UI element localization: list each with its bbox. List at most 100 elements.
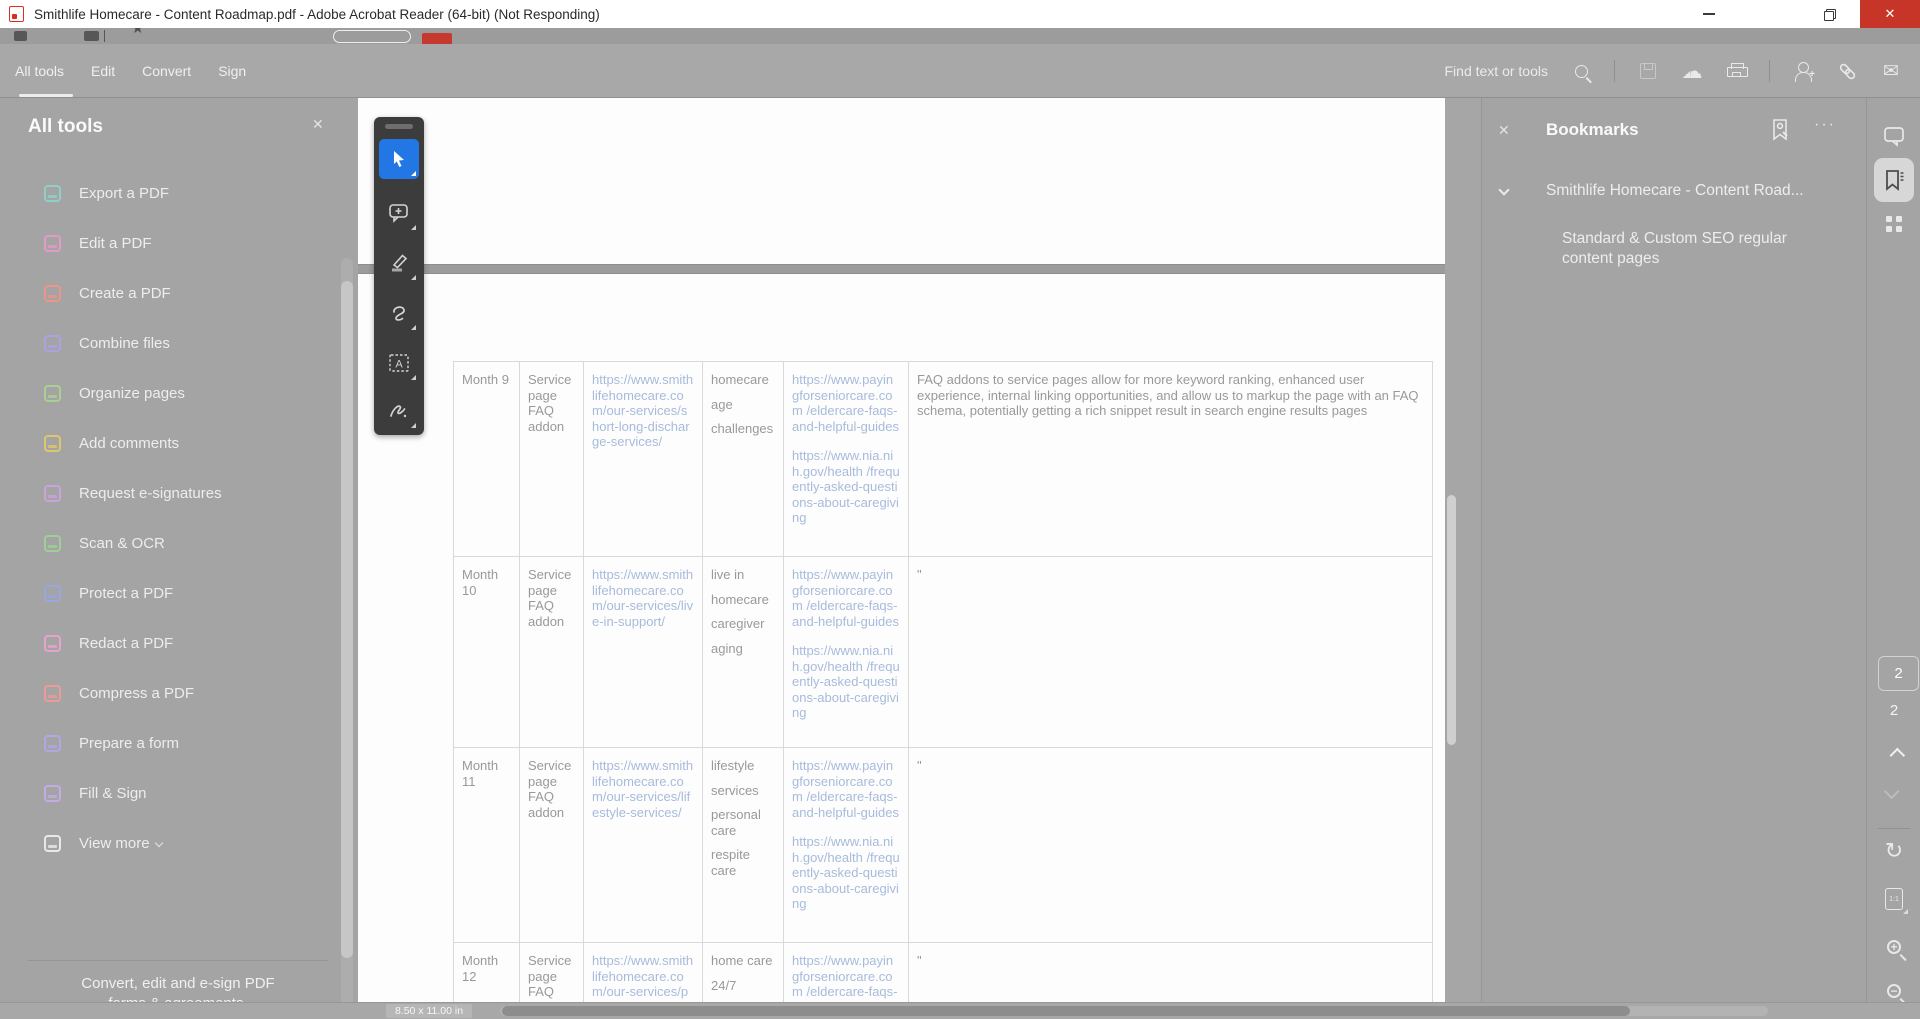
- cell-target-url: https://www.smithlifehomecare.com/our-se…: [584, 748, 703, 942]
- bookmarks-panel-button[interactable]: [1874, 158, 1914, 202]
- target-url-link[interactable]: https://www.smithlifehomecare.com/our-se…: [592, 567, 694, 629]
- cell-month: Month 12: [454, 943, 520, 1002]
- panel-scrollbar-thumb[interactable]: [341, 281, 353, 958]
- reference-link[interactable]: https://www.payingforseniorcare.com /eld…: [792, 758, 900, 820]
- draw-tool-button[interactable]: [379, 293, 419, 333]
- title-bar: Smithlife Homecare - Content Roadmap.pdf…: [0, 0, 1920, 28]
- tool-item-redact-pdf[interactable]: Redact a PDF: [0, 618, 340, 668]
- restore-icon: [1823, 8, 1836, 21]
- cell-type: Service page FAQ addon: [520, 943, 584, 1002]
- tab-sign[interactable]: Sign: [218, 63, 246, 79]
- vertical-scrollbar-thumb[interactable]: [1447, 495, 1456, 745]
- share-person-icon[interactable]: +: [1792, 60, 1815, 82]
- target-url-link[interactable]: https://www.smithlifehomecare.com/our-se…: [592, 953, 694, 1002]
- horizontal-scrollbar-thumb[interactable]: [502, 1006, 1630, 1016]
- reference-link[interactable]: https://www.payingforseniorcare.com /eld…: [792, 953, 900, 1002]
- cell-reference-links: https://www.payingforseniorcare.com /eld…: [784, 943, 909, 1002]
- rail-divider: [1878, 828, 1910, 829]
- tool-item-view-more[interactable]: View more: [0, 818, 340, 868]
- zoom-out-icon: −: [1887, 984, 1901, 998]
- reference-link[interactable]: https://www.nia.nih.gov/health /frequent…: [792, 834, 900, 912]
- restore-button[interactable]: [1798, 0, 1860, 28]
- reference-link[interactable]: https://www.nia.nih.gov/health /frequent…: [792, 448, 900, 526]
- print-icon[interactable]: [1725, 60, 1748, 82]
- page-fit-button[interactable]: 1:1: [1867, 888, 1920, 914]
- bookmark-root-item[interactable]: Smithlife Homecare - Content Road...: [1546, 182, 1814, 200]
- cell-target-url: https://www.smithlifehomecare.com/our-se…: [584, 943, 703, 1002]
- tool-item-scan-ocr[interactable]: Scan & OCR: [0, 518, 340, 568]
- tool-item-fill-sign[interactable]: Fill & Sign: [0, 768, 340, 818]
- tool-item-request-esignatures[interactable]: Request e-signatures: [0, 468, 340, 518]
- previous-page-button[interactable]: [1867, 747, 1920, 764]
- select-tool-button[interactable]: [379, 139, 419, 179]
- organize-pages-icon: [44, 384, 61, 402]
- tab-convert[interactable]: Convert: [142, 63, 191, 79]
- tool-item-prepare-form[interactable]: Prepare a form: [0, 718, 340, 768]
- reference-link[interactable]: https://www.nia.nih.gov/health /frequent…: [792, 643, 900, 721]
- bookmark-child-item[interactable]: Standard & Custom SEO regular content pa…: [1562, 229, 1822, 269]
- tab-all-tools[interactable]: All tools: [15, 63, 64, 79]
- tool-item-add-comments[interactable]: Add comments: [0, 418, 340, 468]
- minimize-button[interactable]: [1678, 0, 1740, 28]
- table-row-month9: Month 9 Service page FAQ addon https://w…: [454, 362, 1432, 557]
- add-comment-tool-button[interactable]: [379, 193, 419, 233]
- bookmarks-options-icon[interactable]: ···: [1814, 116, 1836, 134]
- email-icon[interactable]: ✉: [1880, 60, 1902, 82]
- comments-panel-button[interactable]: [1867, 124, 1920, 148]
- right-tool-rail: 2 2 ↻ 1:1 + −: [1866, 98, 1920, 1002]
- combine-files-icon: [44, 334, 61, 352]
- frozen-toolbar-band: ★: [0, 28, 1920, 44]
- zoom-in-button[interactable]: +: [1867, 940, 1920, 954]
- page-fit-icon: 1:1: [1885, 888, 1908, 914]
- close-button[interactable]: ✕: [1860, 0, 1920, 28]
- toolbar-divider-fragment: [104, 30, 105, 42]
- search-icon[interactable]: [1570, 60, 1592, 82]
- link-icon[interactable]: [1836, 60, 1858, 82]
- add-bookmark-icon[interactable]: [1770, 118, 1792, 142]
- tool-item-organize-pages[interactable]: Organize pages: [0, 368, 340, 418]
- svg-text:A: A: [395, 359, 403, 371]
- tool-item-compress-pdf[interactable]: Compress a PDF: [0, 668, 340, 718]
- target-url-link[interactable]: https://www.smithlifehomecare.com/our-se…: [592, 372, 694, 450]
- cell-type: Service page FAQ addon: [520, 748, 584, 942]
- sign-pen-icon: [390, 405, 407, 418]
- document-scroll-gutter: [1445, 98, 1481, 1002]
- zoom-out-button[interactable]: −: [1867, 984, 1920, 998]
- toolbar-drag-handle[interactable]: [385, 124, 413, 129]
- reference-link[interactable]: https://www.payingforseniorcare.com /eld…: [792, 372, 900, 434]
- cell-reference-links: https://www.payingforseniorcare.com /eld…: [784, 748, 909, 942]
- next-page-button[interactable]: [1867, 783, 1920, 800]
- reference-link[interactable]: https://www.payingforseniorcare.com /eld…: [792, 567, 900, 629]
- save-icon[interactable]: [1637, 60, 1659, 82]
- quick-tools-toolbar: A: [374, 117, 424, 435]
- acrobat-app-icon: [9, 6, 24, 22]
- target-url-link[interactable]: https://www.smithlifehomecare.com/our-se…: [592, 758, 694, 820]
- status-bar: 8.50 x 11.00 in: [0, 1002, 1920, 1019]
- sign-tool-button[interactable]: [379, 391, 419, 431]
- chevron-expand-icon[interactable]: [1498, 184, 1510, 196]
- window-title: Smithlife Homecare - Content Roadmap.pdf…: [34, 6, 600, 22]
- protect-pdf-icon: [44, 584, 61, 602]
- content-roadmap-table: Month 9 Service page FAQ addon https://w…: [453, 361, 1433, 1002]
- cloud-upload-icon[interactable]: ☁ ↑: [1681, 60, 1703, 82]
- find-text-label[interactable]: Find text or tools: [1445, 63, 1549, 79]
- page-thumbnails-button[interactable]: [1867, 216, 1920, 232]
- highlighter-icon: [392, 254, 408, 272]
- panel-close-icon[interactable]: ✕: [312, 116, 324, 133]
- bookmarks-close-icon[interactable]: ✕: [1498, 122, 1510, 139]
- wrench-icon: [44, 834, 61, 852]
- tool-item-export-pdf[interactable]: Export a PDF: [0, 168, 340, 218]
- highlight-tool-button[interactable]: [379, 243, 419, 283]
- tool-item-edit-pdf[interactable]: Edit a PDF: [0, 218, 340, 268]
- export-pdf-icon: [44, 184, 61, 202]
- cursor-arrow-icon: [394, 151, 404, 167]
- tab-edit[interactable]: Edit: [91, 63, 115, 79]
- text-select-tool-button[interactable]: A: [379, 343, 419, 383]
- rotate-page-button[interactable]: ↻: [1867, 840, 1920, 862]
- tool-item-combine-files[interactable]: Combine files: [0, 318, 340, 368]
- current-page-input[interactable]: 2: [1878, 656, 1919, 691]
- tool-item-protect-pdf[interactable]: Protect a PDF: [0, 568, 340, 618]
- table-row-month12: Month 12 Service page FAQ addon https://…: [454, 943, 1432, 1002]
- cell-type: Service page FAQ addon: [520, 362, 584, 556]
- tool-item-create-pdf[interactable]: Create a PDF: [0, 268, 340, 318]
